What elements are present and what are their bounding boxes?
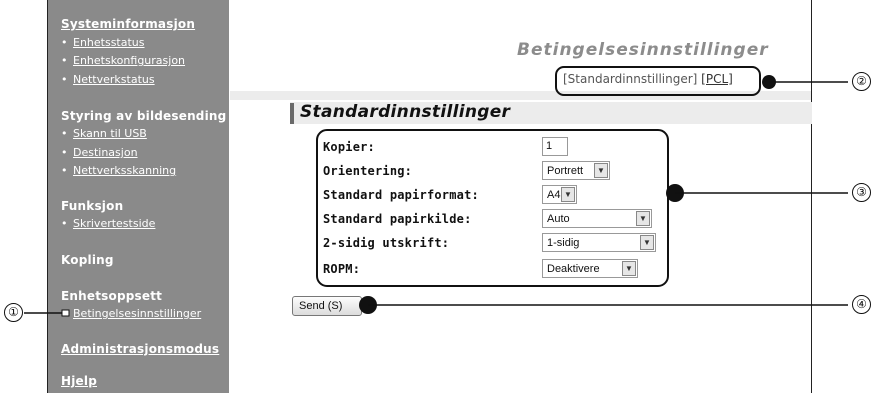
- callout-2: ②: [852, 72, 871, 91]
- callout-1: ①: [4, 303, 23, 322]
- callout-overlay: [24, 66, 848, 317]
- callout-4: ④: [852, 295, 871, 314]
- callout-3: ③: [852, 183, 871, 202]
- form-highlight-box: [316, 129, 669, 287]
- callout-marker-1: [61, 309, 70, 317]
- links-highlight-box: [555, 66, 761, 96]
